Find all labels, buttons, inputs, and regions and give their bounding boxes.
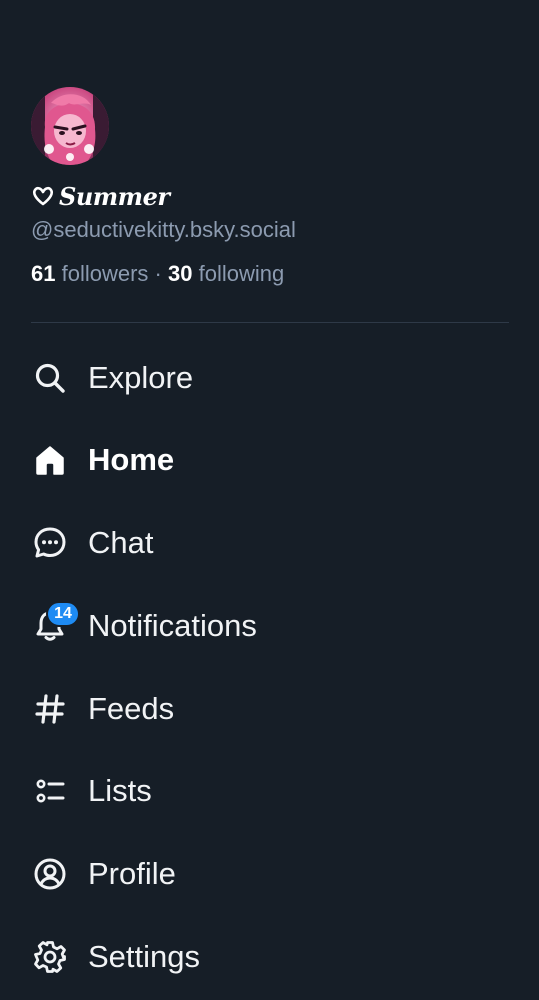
nav-item-explore[interactable]: Explore (31, 350, 509, 406)
followers-link[interactable]: 61 followers (31, 261, 148, 286)
nav-item-settings[interactable]: Settings (31, 929, 509, 985)
nav-item-notifications[interactable]: 14 Notifications (31, 598, 509, 654)
chat-bubble-icon (31, 524, 69, 562)
nav-label-profile: Profile (88, 856, 176, 891)
home-icon (31, 441, 69, 479)
nav-label-feeds: Feeds (88, 691, 175, 726)
gear-icon (31, 938, 69, 976)
nav-item-feeds[interactable]: Feeds (31, 681, 509, 737)
nav-label-settings: Settings (88, 939, 201, 974)
display-name-text: Summer (59, 181, 170, 211)
list-icon (31, 772, 69, 810)
stats-separator: · (154, 261, 162, 286)
user-circle-icon (31, 855, 69, 893)
notification-count-badge: 14 (46, 601, 80, 627)
followers-count: 61 (31, 261, 56, 286)
nav-label-explore: Explore (88, 360, 194, 395)
search-icon (31, 359, 69, 397)
following-count: 30 (168, 261, 193, 286)
divider (31, 322, 509, 323)
nav-label-home: Home (88, 442, 175, 477)
hashtag-icon (31, 690, 69, 728)
bell-icon: 14 (31, 601, 80, 645)
nav-label-lists: Lists (88, 773, 152, 808)
heart-outline-icon (31, 184, 55, 208)
follow-stats: 61 followers · 30 following (31, 261, 284, 287)
display-name: Summer (31, 180, 170, 212)
avatar[interactable] (31, 87, 109, 165)
profile-handle: @seductivekitty.bsky.social (31, 217, 296, 242)
nav-item-lists[interactable]: Lists (31, 763, 509, 819)
followers-label: followers (61, 261, 149, 286)
nav-item-chat[interactable]: Chat (31, 515, 509, 571)
following-label: following (198, 261, 285, 286)
nav-label-notifications: Notifications (88, 608, 257, 643)
navigation-drawer: Summer @seductivekitty.bsky.social 61 fo… (0, 0, 539, 1000)
nav-item-home[interactable]: Home (31, 432, 509, 488)
following-link[interactable]: 30 following (168, 261, 284, 286)
nav-label-chat: Chat (88, 525, 154, 560)
nav-item-profile[interactable]: Profile (31, 846, 509, 902)
avatar-image (31, 87, 109, 165)
